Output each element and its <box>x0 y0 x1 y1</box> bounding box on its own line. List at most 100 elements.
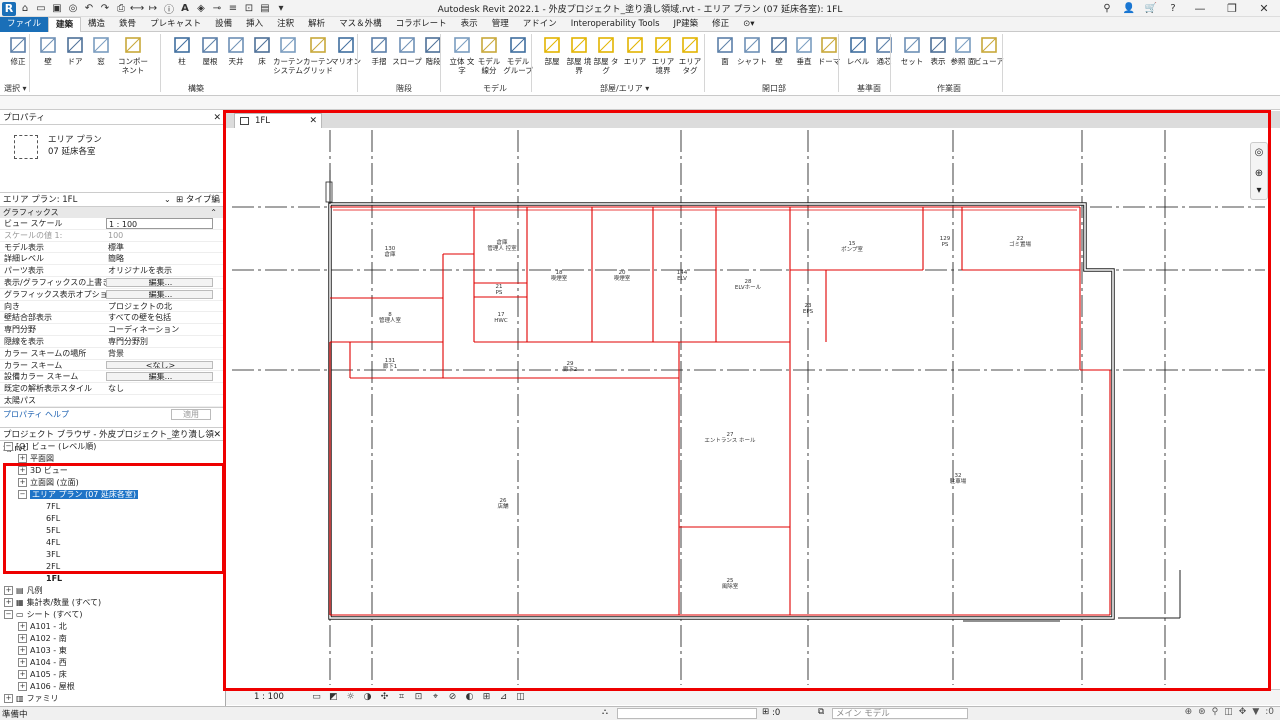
close-icon[interactable]: ✕ <box>213 428 221 442</box>
property-value[interactable]: なし <box>106 383 225 394</box>
close-icon[interactable]: ✕ <box>309 114 317 128</box>
property-value[interactable]: 専門分野別 <box>106 336 225 347</box>
text-icon[interactable]: A <box>178 2 192 15</box>
browser-item[interactable]: 5FL <box>0 525 225 537</box>
browser-item[interactable]: + A106 - 屋根 <box>0 681 225 693</box>
property-row[interactable]: グラフィックス表示オプション 編集... <box>0 289 225 301</box>
browser-item[interactable]: − エリア プラン (07 延床各室) <box>0 489 225 501</box>
design-options-icon[interactable]: ⧉ <box>818 707 824 717</box>
browser-item[interactable]: 1FL <box>0 573 225 585</box>
ribbon-button[interactable]: エリア タグ <box>675 35 705 75</box>
binoculars-icon[interactable]: ⚲ <box>1096 3 1118 14</box>
expand-icon[interactable]: + <box>18 477 27 487</box>
visual-style-icon[interactable]: ◩ <box>327 691 340 704</box>
home-icon[interactable]: ⌂ <box>18 2 32 15</box>
drawing-canvas[interactable]: 130 倉庫 倉庫 管理人 控室 18 喫煙室 20 喫煙室 144 ELV 28 ELVホール 15 ポ… <box>226 128 1280 689</box>
browser-item[interactable]: + A101 - 北 <box>0 621 225 633</box>
thin-lines-icon[interactable]: ≡ <box>226 2 240 15</box>
expand-icon[interactable]: + <box>18 645 27 655</box>
minimize-button[interactable]: — <box>1184 2 1216 15</box>
select-pinned-icon[interactable]: ⚲ <box>1212 707 1219 717</box>
browser-item[interactable]: + 平面図 <box>0 453 225 465</box>
property-edit-button[interactable]: 編集... <box>106 289 213 299</box>
property-row[interactable]: 設備カラー スキーム 編集... <box>0 371 225 384</box>
ribbon-button[interactable]: モデル 線分 <box>474 35 504 75</box>
ribbon-button[interactable]: モデル グループ <box>503 35 533 75</box>
property-row[interactable]: 既定の解析表示スタイル なし <box>0 383 225 395</box>
ribbon-panel-label[interactable]: 構築 <box>188 83 204 94</box>
ribbon-button[interactable]: カーテン システム <box>273 35 303 75</box>
ribbon-tab[interactable]: コラボレート <box>389 17 454 32</box>
browser-item[interactable]: + 立面図 (立面) <box>0 477 225 489</box>
reveal-hidden-icon[interactable]: ◐ <box>463 691 476 704</box>
property-value[interactable]: オリジナルを表示 <box>106 265 225 276</box>
sun-path-icon[interactable]: ☼ <box>344 691 357 704</box>
revit-logo[interactable]: R <box>2 1 16 16</box>
ribbon-tab[interactable]: プレキャスト <box>143 17 208 32</box>
collapse-icon[interactable]: − <box>4 441 13 451</box>
switch-windows-icon[interactable]: ▤ <box>258 2 272 15</box>
analytical-model-icon[interactable]: ⊿ <box>497 691 510 704</box>
browser-item[interactable]: 4FL <box>0 537 225 549</box>
ribbon-button[interactable]: 階段 <box>418 35 448 66</box>
ribbon-tab[interactable]: マス＆外構 <box>332 17 389 32</box>
ribbon-tab[interactable]: 修正 <box>705 17 736 32</box>
property-value[interactable]: 簡略 <box>106 253 225 264</box>
property-edit-button[interactable]: 編集... <box>106 372 213 382</box>
property-row[interactable]: パーツ表示 オリジナルを表示 <box>0 265 225 277</box>
workset-select[interactable] <box>617 708 757 719</box>
select-links-icon[interactable]: ⊕ <box>1185 707 1193 717</box>
ribbon-panel-label[interactable]: 開口部 <box>762 83 786 94</box>
ribbon-tab[interactable]: JP建築 <box>667 17 706 32</box>
property-row[interactable]: 表示/グラフィックスの上書き 編集... <box>0 277 225 289</box>
properties-help-link[interactable]: プロパティ ヘルプ <box>3 410 69 419</box>
ribbon-button[interactable]: エリア 境界 <box>648 35 678 75</box>
ribbon-tab[interactable]: ファイル <box>0 16 49 32</box>
save-icon[interactable]: ▣ <box>50 2 64 15</box>
expand-icon[interactable]: + <box>4 597 13 607</box>
ribbon-button[interactable]: 通芯 <box>869 35 899 66</box>
zoom-dropdown-icon[interactable]: ▾ <box>1251 185 1267 196</box>
ribbon-panel-label[interactable]: 階段 <box>396 83 412 94</box>
ribbon-button[interactable]: 手摺 <box>364 35 394 66</box>
expand-icon[interactable]: + <box>4 693 13 703</box>
ribbon-tab[interactable]: 解析 <box>301 17 332 32</box>
steering-wheel-icon[interactable]: ◎ <box>1251 147 1267 158</box>
dimension-icon[interactable]: ↦ <box>146 2 160 15</box>
ribbon-tab[interactable]: 構造 <box>81 17 112 32</box>
view-scale[interactable]: 1 : 100 <box>254 692 284 702</box>
property-edit-button[interactable]: 編集... <box>106 277 213 287</box>
ribbon-button[interactable]: 部屋 <box>537 35 567 66</box>
ribbon-button[interactable]: エリア <box>620 35 650 66</box>
browser-item[interactable]: − [O] ビュー (レベル順) <box>0 441 225 453</box>
expand-icon[interactable]: + <box>4 585 13 595</box>
collapse-icon[interactable]: − <box>18 489 27 499</box>
shadows-icon[interactable]: ◑ <box>361 691 374 704</box>
ribbon-button[interactable]: コンポーネント <box>118 35 148 75</box>
section-icon[interactable]: ⊸ <box>210 2 224 15</box>
view-tab-1fl[interactable]: 1FL ✕ <box>234 113 322 128</box>
property-value[interactable]: すべての壁を包括 <box>106 312 225 323</box>
browser-item[interactable]: + A103 - 東 <box>0 645 225 657</box>
ribbon-button[interactable]: 立体 文字 <box>447 35 477 75</box>
ribbon-tab-dropdown-icon[interactable]: ⊙▾ <box>736 17 761 32</box>
customize-qat-icon[interactable]: ▾ <box>274 2 288 15</box>
filter-icon[interactable]: ⊞ <box>762 707 769 717</box>
ribbon-button[interactable]: カーテン グリッド <box>303 35 333 75</box>
sign-in-icon[interactable]: 👤 <box>1118 3 1140 14</box>
property-row[interactable]: 太陽パス <box>0 395 225 407</box>
close-button[interactable]: ✕ <box>1248 2 1280 15</box>
property-row[interactable]: 壁結合部表示 すべての壁を包括 <box>0 312 225 325</box>
browser-item[interactable]: + A102 - 南 <box>0 633 225 645</box>
type-selector[interactable]: エリア プラン 07 延床各室 <box>0 125 225 193</box>
instance-filter[interactable]: エリア プラン: 1FL ⌄ ⊞ タイプ編集 <box>0 193 225 219</box>
ribbon-panel-label[interactable]: 選択 ▾ <box>4 83 27 94</box>
expand-icon[interactable]: + <box>18 453 27 463</box>
browser-item[interactable]: + A105 - 床 <box>0 669 225 681</box>
worksets-icon[interactable]: ⛬ <box>602 707 608 717</box>
design-option-select[interactable]: メイン モデル <box>832 708 968 719</box>
property-group-graphics[interactable]: グラフィックス ⌃ <box>0 207 225 218</box>
ribbon-button[interactable]: 部屋 境界 <box>564 35 594 75</box>
open-icon[interactable]: ▭ <box>34 2 48 15</box>
floor-plan-drawing[interactable]: 130倉庫倉庫管理人 控室18喫煙室20喫煙室144ELV 28ELVホール15ポ… <box>226 128 1280 689</box>
